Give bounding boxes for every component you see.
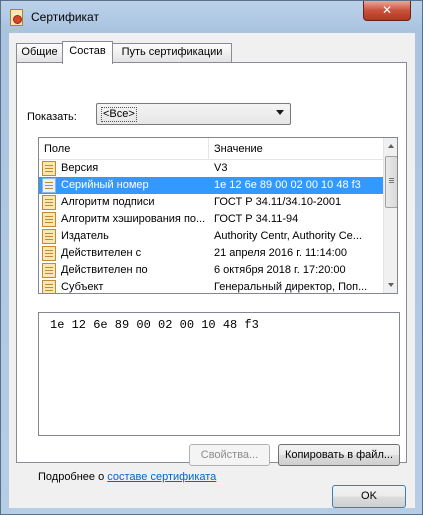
row-field: Алгоритм подписи [61,196,155,208]
show-dropdown-value: <Все> [101,107,137,122]
tab-certification-path[interactable]: Путь сертификации [112,43,232,62]
row-value: Генеральный директор, Поп... [214,281,368,293]
row-value: 6 октября 2018 г. 17:20:00 [214,264,346,276]
list-row-subject[interactable]: Субъект Генеральный директор, Поп... [39,279,383,293]
tab-details[interactable]: Состав [62,41,113,64]
copy-to-file-button[interactable]: Копировать в файл... [278,444,400,466]
vertical-scrollbar[interactable] [383,138,397,293]
row-value: 21 апреля 2016 г. 11:14:00 [214,247,347,259]
window-title: Сертификат [31,10,99,24]
dialog-body: Общие Состав Путь сертификации Показать:… [9,33,415,508]
field-value-text: 1e 12 6e 89 00 02 00 10 48 f3 [50,318,259,332]
list-row-version[interactable]: Версия V3 [39,160,383,177]
row-field: Субъект [61,281,104,293]
column-header-field[interactable]: Поле [39,138,209,160]
row-field: Издатель [61,230,109,242]
details-panel: Показать: <Все> Поле Значение Версия V3 [16,62,407,483]
list-row-issuer[interactable]: Издатель Authority Centr, Authority Ce..… [39,228,383,245]
field-icon [42,212,56,227]
ok-button[interactable]: OK [332,485,406,508]
row-value: Authority Centr, Authority Ce... [214,230,362,242]
field-icon [42,263,56,278]
row-field: Алгоритм хэширования по... [61,213,206,225]
show-dropdown[interactable]: <Все> [96,103,291,125]
field-icon [42,178,56,193]
list-rows: Версия V3 Серийный номер 1e 12 6e 89 00 … [39,160,383,293]
row-field: Действителен по [61,264,148,276]
more-info-prefix: Подробнее о [38,471,108,483]
list-row-signature-algorithm[interactable]: Алгоритм подписи ГОСТ Р 34.11/34.10-2001 [39,194,383,211]
tab-general[interactable]: Общие [16,43,63,62]
row-value: 1e 12 6e 89 00 02 00 10 48 f3 [214,179,361,191]
certificate-icon [10,9,23,26]
field-icon [42,280,56,293]
properties-button[interactable]: Свойства... [189,444,270,466]
scroll-down-arrow-icon[interactable] [384,276,397,293]
list-header: Поле Значение [39,138,383,160]
column-header-value[interactable]: Значение [209,138,383,160]
list-row-valid-to[interactable]: Действителен по 6 октября 2018 г. 17:20:… [39,262,383,279]
chevron-down-icon [276,110,284,115]
field-icon [42,161,56,176]
scroll-up-arrow-icon[interactable] [384,138,397,155]
row-field: Действителен с [61,247,142,259]
certificate-window: Сертификат ✕ Общие Состав Путь сертифика… [0,0,423,515]
row-value: ГОСТ Р 34.11-94 [214,213,299,225]
field-icon [42,229,56,244]
scrollbar-thumb[interactable] [385,156,397,208]
field-icon [42,195,56,210]
list-row-hash-algorithm[interactable]: Алгоритм хэширования по... ГОСТ Р 34.11-… [39,211,383,228]
fields-list[interactable]: Поле Значение Версия V3 Серийный номер 1… [38,137,398,294]
certificate-details-link[interactable]: составе сертификата [107,471,216,483]
row-field: Серийный номер [61,179,149,191]
list-row-serial-number[interactable]: Серийный номер 1e 12 6e 89 00 02 00 10 4… [39,177,383,194]
row-value: V3 [214,162,228,174]
row-value: ГОСТ Р 34.11/34.10-2001 [214,196,342,208]
row-field: Версия [61,162,99,174]
more-info: Подробнее о составе сертификата [38,471,216,483]
field-value-textbox[interactable]: 1e 12 6e 89 00 02 00 10 48 f3 [38,312,400,436]
title-bar[interactable]: Сертификат ✕ [1,1,422,33]
field-icon [42,246,56,261]
show-label: Показать: [27,111,77,123]
close-button[interactable]: ✕ [363,1,411,21]
list-row-valid-from[interactable]: Действителен с 21 апреля 2016 г. 11:14:0… [39,245,383,262]
